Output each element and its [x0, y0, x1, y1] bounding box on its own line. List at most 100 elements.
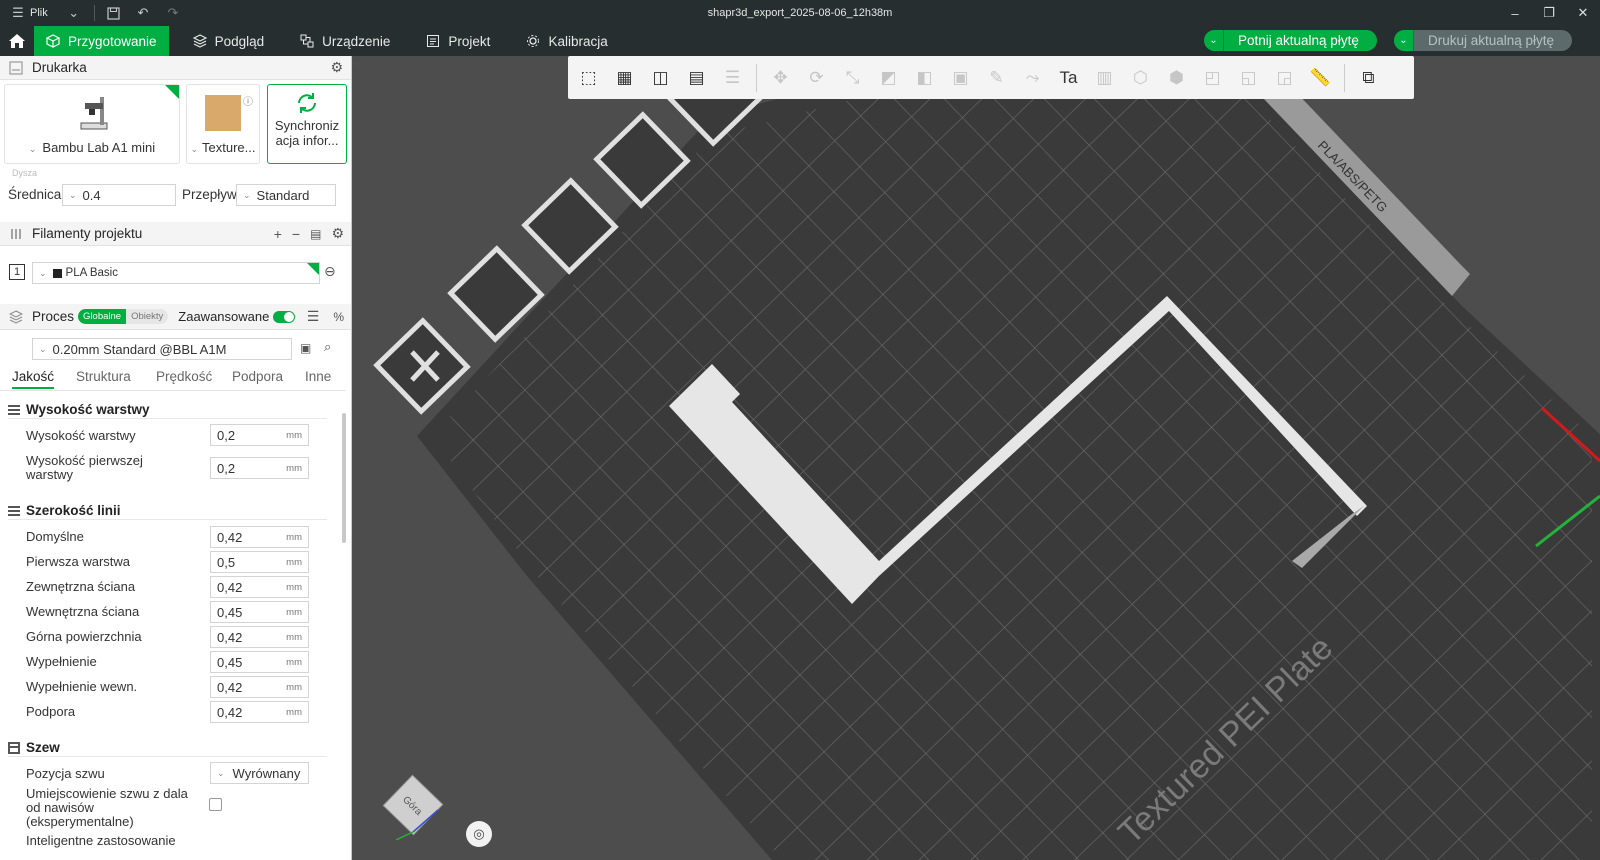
profile-name: 0.20mm Standard @BBL A1M [52, 341, 227, 357]
process-profile-select[interactable]: ⌄ 0.20mm Standard @BBL A1M [32, 338, 292, 360]
split-icon[interactable]: ⬢ [1160, 61, 1193, 94]
boolean-icon[interactable]: ▣ [944, 61, 977, 94]
line-width-outer-wall-input[interactable]: 0,42 mm [210, 576, 309, 598]
line-width-top-surface-input[interactable]: 0,42 mm [210, 626, 309, 648]
layer-height-input[interactable]: 0,2 mm [210, 424, 309, 446]
list-icon[interactable]: ☰ [307, 308, 320, 325]
diameter-select[interactable]: ⌄ 0.4 [62, 184, 176, 206]
filament-list: 1 ⌄ PLA Basic ⊖ [0, 248, 351, 304]
restore-icon[interactable]: ❐ [1532, 0, 1566, 26]
tab-device[interactable]: Urządzenie [288, 26, 402, 56]
lay-on-face-icon[interactable]: ◩ [872, 61, 905, 94]
slice-plate-button[interactable]: ⌄ Potnij aktualną płytę [1204, 30, 1377, 51]
plate-list-icon[interactable]: ☰ [716, 61, 749, 94]
filament-settings-gear-icon[interactable]: ⚙ [331, 225, 344, 242]
seam-paint-icon[interactable]: ⤳ [1016, 61, 1049, 94]
param-label: Górna powierzchnia [26, 629, 142, 644]
global-toggle[interactable]: Globalne [78, 309, 127, 324]
param-label: Inteligentne zastosowanie [26, 833, 176, 848]
tab-others[interactable]: Inne [305, 369, 331, 384]
3d-viewport[interactable]: Textured PEI Plate PLA/ABS/PETG [352, 56, 1600, 860]
search-icon[interactable]: ⌕ [324, 339, 331, 355]
seam-avoid-overhang-checkbox[interactable] [209, 798, 222, 811]
main-menu[interactable]: ☰ Plik ⌄ [0, 5, 84, 21]
profile-row: ⌄ 0.20mm Standard @BBL A1M ▣ ⌕ [0, 334, 351, 364]
sync-info-button[interactable]: Synchroniz acja infor... [267, 84, 347, 164]
cut-icon[interactable]: ◧ [908, 61, 941, 94]
line-width-support-input[interactable]: 0,42 mm [210, 701, 309, 723]
move-icon[interactable]: ✥ [764, 61, 797, 94]
filament-select[interactable]: ⌄ PLA Basic [32, 262, 320, 284]
close-icon[interactable]: ✕ [1566, 0, 1600, 26]
remove-circle-icon[interactable]: ⊖ [324, 263, 336, 280]
print-label: Drukuj aktualną płytę [1428, 33, 1555, 48]
chevron-down-icon[interactable]: ⌄ [1394, 30, 1414, 51]
printer-selector[interactable]: ⌄ Bambu Lab A1 mini [4, 84, 180, 164]
tab-support[interactable]: Podpora [232, 369, 283, 384]
tab-quality[interactable]: Jakość [12, 369, 55, 389]
panel-scrollbar[interactable] [342, 413, 346, 543]
minimize-icon[interactable]: – [1498, 0, 1532, 26]
selected-corner-marker [307, 263, 319, 275]
assembly-icon[interactable]: ⬡ [1124, 61, 1157, 94]
sync-icon [298, 93, 316, 113]
chevron-down-icon[interactable]: ⌄ [1204, 30, 1224, 51]
tab-calibration[interactable]: Kalibracja [514, 26, 619, 56]
remove-filament-icon[interactable]: − [292, 226, 300, 242]
filament-edit-icon[interactable]: ▤ [310, 227, 321, 241]
line-width-infill-input[interactable]: 0,45 mm [210, 651, 309, 673]
variable-layer-icon[interactable]: ◱ [1232, 61, 1265, 94]
advanced-toggle[interactable] [273, 310, 296, 323]
split-parts-icon[interactable]: ◰ [1196, 61, 1229, 94]
flow-select[interactable]: ⌄ Standard [236, 184, 336, 206]
tab-strength[interactable]: Struktura [76, 369, 131, 384]
rotate-icon[interactable]: ⟳ [800, 61, 833, 94]
process-section-header: Proces Globalne Obiekty Zaawansowane ☰ % [0, 304, 351, 330]
param-label: (eksperymentalne) [26, 814, 134, 829]
tab-project[interactable]: Projekt [414, 26, 502, 56]
text-tool-icon[interactable]: Ta [1052, 61, 1085, 94]
add-plate-icon[interactable]: ▦ [608, 61, 641, 94]
first-layer-height-input[interactable]: 0,2 mm [210, 457, 309, 479]
filament-slot-number[interactable]: 1 [9, 264, 25, 280]
arrange-icon[interactable]: ▤ [680, 61, 713, 94]
add-filament-icon[interactable]: + [274, 226, 282, 242]
auto-orient-icon[interactable]: ◫ [644, 61, 677, 94]
tab-prepare[interactable]: Przygotowanie [34, 26, 169, 56]
line-width-default-input[interactable]: 0,42 mm [210, 526, 309, 548]
divider [94, 5, 95, 21]
sync-label-line1: Synchroniz [274, 118, 340, 133]
info-icon[interactable]: ⓘ [243, 93, 253, 108]
section-title: Proces [32, 309, 75, 324]
seam-position-select[interactable]: ⌄ Wyrównany [210, 762, 309, 784]
objects-toggle[interactable]: Obiekty [126, 309, 169, 324]
param-label: Wysokość warstwy [26, 428, 136, 443]
measure-icon[interactable]: ▥ [1088, 61, 1121, 94]
line-width-first-layer-input[interactable]: 0,5 mm [210, 551, 309, 573]
plate-selector[interactable]: ⓘ ⌄ Texture... [186, 84, 260, 164]
save-profile-icon[interactable]: ▣ [300, 341, 311, 355]
collapse-panel-icon[interactable]: ‹› [354, 58, 368, 72]
undo-icon[interactable]: ↶ [135, 5, 151, 21]
add-object-icon[interactable]: ⬚ [572, 61, 605, 94]
ruler-icon[interactable]: 📏 [1304, 61, 1337, 94]
printer-settings-gear-icon[interactable]: ⚙ [330, 59, 343, 76]
flow-value: Standard [256, 187, 310, 203]
line-width-inner-wall-input[interactable]: 0,45 mm [210, 601, 309, 623]
support-paint-icon[interactable]: ✎ [980, 61, 1013, 94]
percent-icon[interactable]: % [333, 310, 344, 324]
redo-icon[interactable]: ↷ [165, 5, 181, 21]
hamburger-icon: ☰ [12, 5, 24, 20]
home-button[interactable] [0, 26, 34, 56]
fit-view-icon[interactable]: ◎ [466, 821, 492, 847]
view-switch-icon[interactable]: ⧉ [1352, 61, 1385, 94]
navigation-cube[interactable]: Góra [378, 770, 448, 840]
tab-preview[interactable]: Podgląd [181, 26, 277, 56]
section-title: Drukarka [32, 60, 87, 75]
line-width-internal-infill-input[interactable]: 0,42 mm [210, 676, 309, 698]
mesh-repair-icon[interactable]: ◲ [1268, 61, 1301, 94]
tab-speed[interactable]: Prędkość [156, 369, 212, 384]
print-plate-button[interactable]: ⌄ Drukuj aktualną płytę [1394, 30, 1573, 51]
scale-icon[interactable]: ⤡ [836, 61, 869, 94]
save-icon[interactable] [105, 5, 121, 21]
